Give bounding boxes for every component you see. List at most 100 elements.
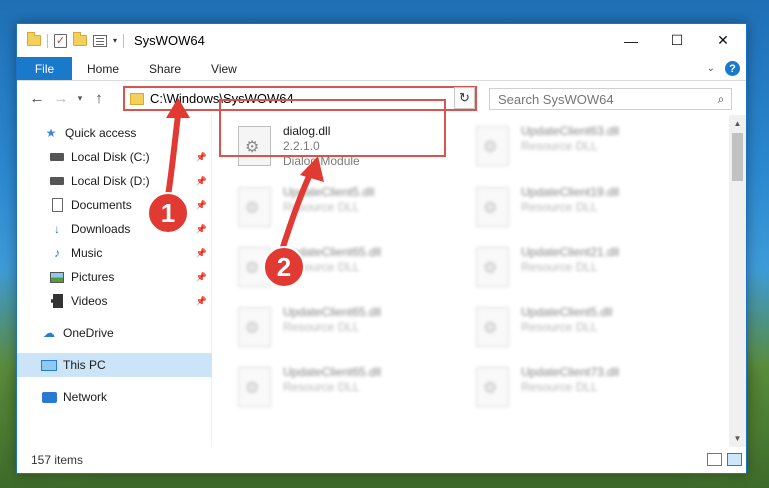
status-bar: 157 items xyxy=(17,447,746,473)
explorer-window: ✓ ▾ SysWOW64 — ☐ ✕ File Home Share View … xyxy=(16,23,747,474)
pictures-icon xyxy=(49,270,65,284)
sidebar-item-label: Downloads xyxy=(71,222,131,236)
recent-locations-chevron-icon[interactable]: ▾ xyxy=(73,93,87,104)
dll-file-icon xyxy=(238,367,271,407)
sidebar-item-local-disk-c[interactable]: Local Disk (C:) 📌 xyxy=(17,145,211,169)
file-description: Resource DLL xyxy=(283,200,360,214)
tab-view[interactable]: View xyxy=(196,57,252,80)
forward-arrow-icon[interactable]: → xyxy=(49,90,73,107)
sidebar-item-label: Music xyxy=(71,246,103,260)
toolbar-divider xyxy=(47,33,48,48)
search-icon[interactable]: ⌕ xyxy=(711,92,731,107)
file-description: Resource DLL xyxy=(283,320,360,334)
dll-file-icon xyxy=(476,307,509,347)
pin-icon: 📌 xyxy=(195,175,207,186)
file-description: Resource DLL xyxy=(521,200,598,214)
tab-share[interactable]: Share xyxy=(134,57,196,80)
onedrive-icon: ☁ xyxy=(43,326,55,340)
minimize-button[interactable]: — xyxy=(608,24,654,57)
navigation-pane: ★ Quick access Local Disk (C:) 📌 Local D… xyxy=(17,115,212,447)
file-name: UpdateClient73.dll xyxy=(521,365,620,379)
toolbar-divider xyxy=(123,33,125,48)
close-button[interactable]: ✕ xyxy=(700,24,746,57)
scroll-down-arrow-icon[interactable]: ▼ xyxy=(729,430,746,447)
scrollbar-thumb[interactable] xyxy=(732,133,743,181)
file-description: Resource DLL xyxy=(521,260,598,274)
pin-icon: 📌 xyxy=(195,151,207,162)
folder-icon xyxy=(130,92,144,105)
customize-toolbar-chevron-icon[interactable]: ▾ xyxy=(113,36,117,45)
file-description: Resource DLL xyxy=(521,380,598,394)
disk-icon xyxy=(49,150,65,164)
file-name: UpdateClient21.dll xyxy=(521,245,620,259)
scroll-up-arrow-icon[interactable]: ▲ xyxy=(729,115,746,132)
sidebar-item-label: Local Disk (C:) xyxy=(71,150,150,164)
sidebar-item-label: Documents xyxy=(71,198,132,212)
expand-ribbon-chevron-icon[interactable]: ⌄ xyxy=(707,63,715,74)
sidebar-item-label: Network xyxy=(63,390,108,404)
this-pc-icon xyxy=(41,358,57,372)
back-arrow-icon[interactable]: ← xyxy=(25,90,49,107)
file-name: UpdateClient19.dll xyxy=(521,185,620,199)
sidebar-item-onedrive[interactable]: ☁ OneDrive xyxy=(17,321,211,345)
sidebar-item-videos[interactable]: Videos 📌 xyxy=(17,289,211,313)
new-folder-icon[interactable] xyxy=(73,32,87,46)
folder-icon xyxy=(27,32,41,46)
sidebar-item-pictures[interactable]: Pictures 📌 xyxy=(17,265,211,289)
network-icon xyxy=(41,390,57,404)
tab-file[interactable]: File xyxy=(17,57,72,80)
sidebar-item-label: Videos xyxy=(71,294,108,308)
ribbon-tabs: File Home Share View ⌄ ? xyxy=(17,57,746,81)
disk-icon xyxy=(49,174,65,188)
sidebar-item-label: Pictures xyxy=(71,270,115,284)
file-item[interactable]: UpdateClient19.dllResource DLL xyxy=(476,185,696,245)
window-title: SysWOW64 xyxy=(134,33,205,48)
up-arrow-icon[interactable]: ↑ xyxy=(87,90,111,107)
sidebar-item-label: Local Disk (D:) xyxy=(71,174,150,188)
maximize-button[interactable]: ☐ xyxy=(654,24,700,57)
refresh-icon[interactable]: ↻ xyxy=(454,87,475,109)
dialog-dll-highlight xyxy=(219,99,446,157)
vertical-scrollbar[interactable]: ▲ ▼ xyxy=(729,115,746,447)
pin-icon: 📌 xyxy=(195,199,207,210)
pin-icon: 📌 xyxy=(195,271,207,282)
documents-icon xyxy=(49,198,65,212)
dll-file-icon xyxy=(476,247,509,287)
downloads-icon: ↓ xyxy=(54,222,60,236)
callout-1: 1 xyxy=(147,192,189,234)
sidebar-item-local-disk-d[interactable]: Local Disk (D:) 📌 xyxy=(17,169,211,193)
sidebar-item-quick-access[interactable]: ★ Quick access xyxy=(17,121,211,145)
file-item[interactable]: UpdateClient65.dllResource DLL xyxy=(238,305,458,365)
main-body: ★ Quick access Local Disk (C:) 📌 Local D… xyxy=(17,115,746,447)
quick-access-toolbar: ✓ ▾ xyxy=(17,32,125,48)
file-item[interactable]: UpdateClient5.dllResource DLL xyxy=(238,185,458,245)
pin-icon: 📌 xyxy=(195,223,207,234)
tab-home[interactable]: Home xyxy=(72,57,134,80)
help-icon[interactable]: ? xyxy=(725,61,740,76)
file-item[interactable]: UpdateClient21.dllResource DLL xyxy=(476,245,696,305)
search-box[interactable]: ⌕ xyxy=(489,88,732,110)
star-icon: ★ xyxy=(45,126,57,140)
dll-file-icon xyxy=(238,187,271,227)
file-item[interactable]: UpdateClient65.dllResource DLL xyxy=(238,365,458,425)
properties-icon[interactable] xyxy=(93,34,107,47)
sidebar-item-music[interactable]: ♪ Music 📌 xyxy=(17,241,211,265)
file-item[interactable]: UpdateClient63.dllResource DLL xyxy=(476,124,696,184)
file-name: UpdateClient5.dll xyxy=(521,305,613,319)
file-name: UpdateClient65.dll xyxy=(283,365,382,379)
properties-check-icon[interactable]: ✓ xyxy=(54,33,67,48)
pin-icon: 📌 xyxy=(195,295,207,306)
file-name: UpdateClient65.dll xyxy=(283,305,382,319)
file-description: Resource DLL xyxy=(283,380,360,394)
tiles-view-icon[interactable] xyxy=(727,453,742,466)
file-item[interactable]: UpdateClient73.dllResource DLL xyxy=(476,365,696,425)
details-view-icon[interactable] xyxy=(707,453,722,466)
callout-2: 2 xyxy=(263,246,305,288)
sidebar-item-this-pc[interactable]: This PC xyxy=(17,353,212,377)
file-description: Resource DLL xyxy=(521,320,598,334)
sidebar-item-network[interactable]: Network xyxy=(17,385,211,409)
dll-file-icon xyxy=(476,187,509,227)
sidebar-item-label: Quick access xyxy=(65,126,137,140)
file-item[interactable]: UpdateClient5.dllResource DLL xyxy=(476,305,696,365)
search-input[interactable] xyxy=(498,91,711,107)
